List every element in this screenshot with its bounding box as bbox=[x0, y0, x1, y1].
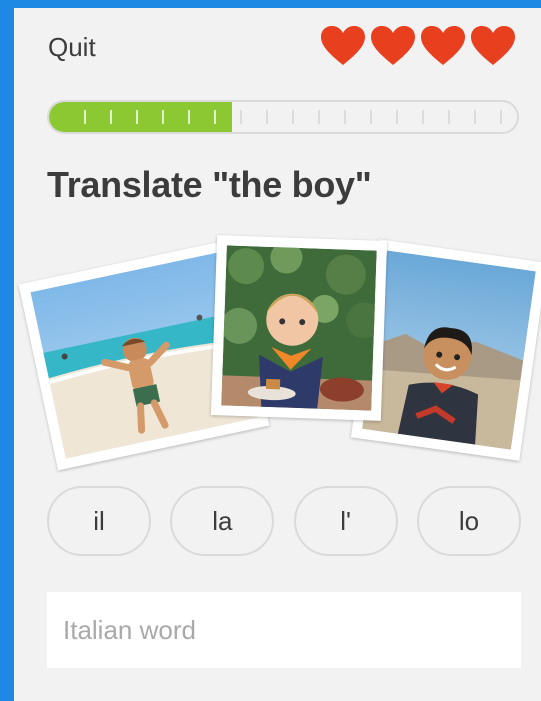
progress-ticks bbox=[84, 110, 502, 124]
prompt-title: Translate "the boy" bbox=[47, 164, 372, 205]
photo-card-toddler[interactable] bbox=[210, 235, 388, 421]
top-border bbox=[14, 0, 541, 8]
lesson-panel: Quit Translate "the boy" il la l' lo Ita… bbox=[14, 0, 541, 701]
hearts-lives bbox=[320, 25, 516, 67]
choice-il[interactable]: il bbox=[47, 486, 151, 556]
heart-icon bbox=[421, 26, 465, 65]
quit-button[interactable]: Quit bbox=[48, 32, 96, 63]
word-choices: il la l' lo bbox=[47, 486, 521, 556]
heart-icon bbox=[371, 26, 415, 65]
heart-icon bbox=[321, 26, 365, 65]
lesson-progress-bar bbox=[47, 100, 519, 134]
toddler-image bbox=[221, 245, 377, 411]
smiling-boy-image bbox=[362, 250, 536, 450]
choice-l-apostrophe[interactable]: l' bbox=[293, 486, 398, 556]
heart-icon bbox=[471, 26, 515, 65]
answer-input[interactable] bbox=[47, 592, 521, 668]
choice-lo[interactable]: lo bbox=[416, 486, 521, 556]
choice-la[interactable]: la bbox=[170, 486, 275, 556]
